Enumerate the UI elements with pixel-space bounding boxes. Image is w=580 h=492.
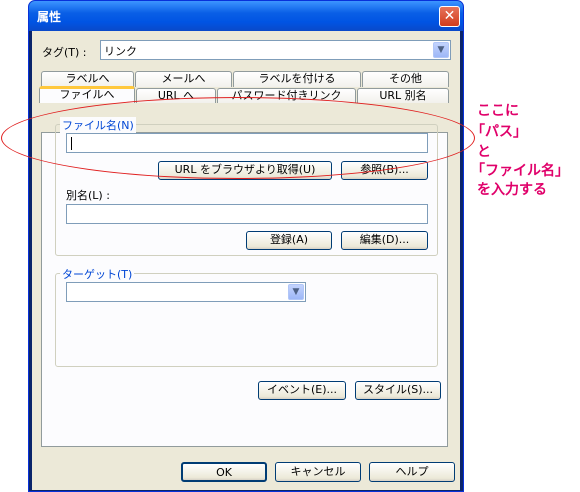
close-icon: ✕ [443, 8, 456, 24]
register-button[interactable]: 登録(A) [246, 231, 332, 250]
tab-other[interactable]: その他 [362, 71, 449, 87]
close-button[interactable]: ✕ [439, 6, 460, 27]
annotation-line-3: と [477, 144, 491, 160]
style-button[interactable]: スタイル(S)... [355, 381, 441, 400]
annotation-ellipse [1, 97, 475, 179]
target-select[interactable]: ▼ [66, 282, 306, 302]
title-bar[interactable]: 属性 ✕ [29, 1, 463, 31]
annotation-line-1: ここに [477, 103, 519, 119]
tag-select[interactable]: リンク ▼ [100, 40, 451, 60]
annotation-line-5: を入力する [477, 182, 547, 198]
edit-button[interactable]: 編集(D)... [341, 231, 428, 250]
alias-input[interactable] [66, 204, 428, 224]
ok-button[interactable]: OK [181, 462, 267, 482]
tab-add-label[interactable]: ラベルを付ける [233, 71, 361, 87]
tab-url-alias[interactable]: URL 別名 [357, 88, 449, 103]
annotation-line-4: 「ファイル名」 [471, 163, 569, 179]
tag-label: タグ(T) : [42, 46, 87, 59]
alias-label: 別名(L) : [66, 189, 110, 202]
properties-dialog: 属性 ✕ タグ(T) : リンク ▼ ラベルへ メールへ ラベルを付ける その他… [28, 0, 464, 492]
window-title: 属性 [37, 10, 62, 24]
tab-mail-to[interactable]: メールへ [135, 71, 232, 87]
target-group-label: ターゲット(T) [60, 266, 135, 282]
tag-select-value: リンク [104, 45, 137, 58]
chevron-down-icon[interactable]: ▼ [433, 42, 449, 58]
help-button[interactable]: ヘルプ [369, 462, 455, 482]
annotation-line-2: 「パス」 [471, 124, 527, 140]
cancel-button[interactable]: キャンセル [275, 462, 361, 482]
event-button[interactable]: イベント(E)... [258, 381, 346, 400]
chevron-down-icon[interactable]: ▼ [288, 284, 304, 300]
tab-file-to[interactable]: ファイルへ [39, 86, 135, 103]
tab-label-to[interactable]: ラベルへ [41, 71, 134, 87]
